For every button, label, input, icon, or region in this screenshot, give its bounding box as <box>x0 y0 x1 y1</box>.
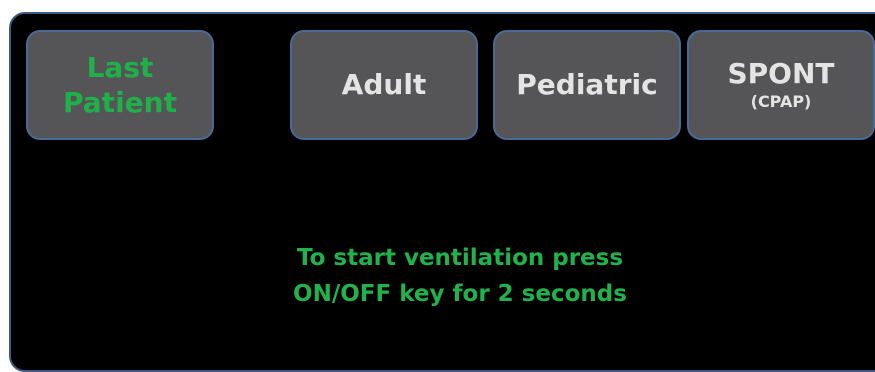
start-ventilation-instruction: To start ventilation press ON/OFF key fo… <box>0 240 875 312</box>
spont-label: SPONT <box>727 57 835 90</box>
cpap-sublabel: (CPAP) <box>750 92 812 111</box>
last-patient-label-line1: Last <box>86 51 154 84</box>
spont-cpap-button[interactable]: SPONT (CPAP) <box>687 30 875 140</box>
last-patient-button[interactable]: Last Patient <box>26 30 214 140</box>
instruction-line-1: To start ventilation press <box>296 245 624 271</box>
pediatric-label: Pediatric <box>516 68 658 101</box>
last-patient-label-line2: Patient <box>63 86 177 119</box>
pediatric-button[interactable]: Pediatric <box>493 30 681 140</box>
adult-label: Adult <box>341 68 427 101</box>
instruction-line-2: ON/OFF key for 2 seconds <box>293 281 627 307</box>
adult-button[interactable]: Adult <box>290 30 478 140</box>
